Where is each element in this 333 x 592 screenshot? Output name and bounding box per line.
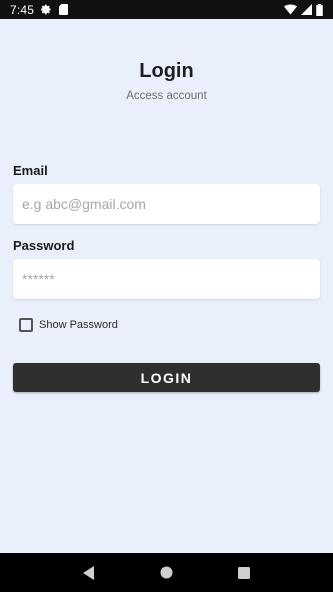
navigation-bar bbox=[0, 553, 333, 592]
gear-icon bbox=[41, 4, 52, 15]
wifi-icon bbox=[284, 4, 297, 15]
home-icon[interactable] bbox=[154, 561, 178, 585]
battery-icon bbox=[316, 3, 323, 16]
status-right bbox=[284, 3, 323, 16]
password-label: Password bbox=[13, 238, 75, 253]
status-bar: 7:45 bbox=[0, 0, 333, 19]
status-time: 7:45 bbox=[10, 2, 35, 17]
show-password-row[interactable]: Show Password bbox=[19, 318, 118, 332]
email-label: Email bbox=[13, 163, 48, 178]
password-field[interactable] bbox=[13, 259, 320, 299]
status-left: 7:45 bbox=[10, 2, 69, 17]
show-password-checkbox[interactable] bbox=[19, 318, 33, 332]
page-subtitle: Access account bbox=[126, 90, 207, 102]
login-screen: Login Access account Email Password Show… bbox=[0, 19, 333, 553]
email-field[interactable] bbox=[13, 184, 320, 224]
show-password-label[interactable]: Show Password bbox=[39, 319, 118, 331]
sd-card-icon bbox=[59, 4, 69, 15]
back-icon[interactable] bbox=[77, 561, 101, 585]
page-title: Login bbox=[139, 60, 194, 82]
recents-icon[interactable] bbox=[232, 561, 256, 585]
signal-icon bbox=[301, 4, 312, 15]
login-button[interactable]: LOGIN bbox=[13, 363, 320, 392]
